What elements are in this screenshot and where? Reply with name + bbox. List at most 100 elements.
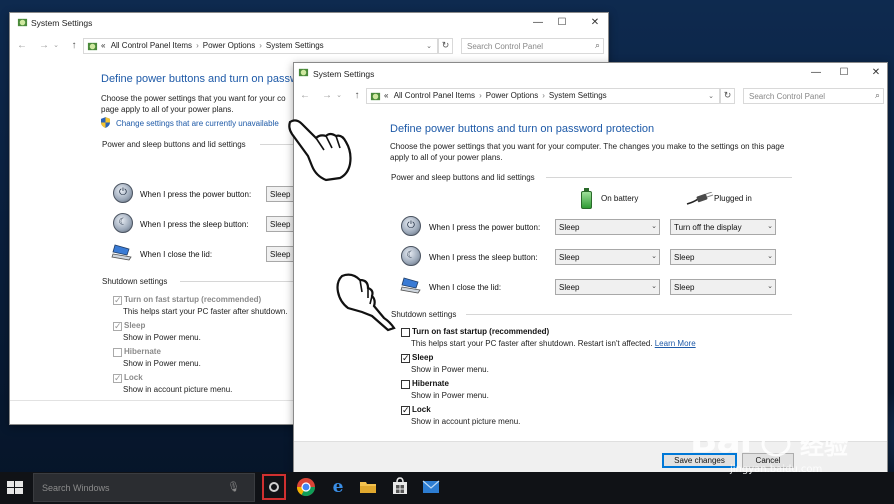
row-label: When I press the power button: — [140, 190, 252, 199]
control-panel-icon — [17, 18, 28, 27]
section-divider — [546, 177, 792, 178]
address-bar[interactable]: « All Control Panel Items › Power Options ›… — [366, 88, 720, 104]
baidu-paw-icon — [760, 413, 795, 457]
recent-chevron-icon[interactable]: ⌄ — [333, 89, 345, 103]
close-button[interactable]: ✕ — [581, 13, 608, 33]
breadcrumb-item[interactable]: System Settings — [266, 41, 324, 50]
chrome-icon[interactable] — [296, 477, 316, 497]
power-button-plugged-select[interactable]: Turn off the display ⌄ — [670, 219, 776, 235]
breadcrumb-item[interactable]: Power Options — [486, 91, 538, 100]
hibernate-desc: Show in Power menu. — [411, 391, 489, 400]
power-button-battery-select[interactable]: Sleep ⌄ — [555, 219, 660, 235]
address-bar[interactable]: « All Control Panel Items › Power Options ›… — [83, 38, 438, 54]
up-arrow-icon[interactable]: ↑ — [68, 39, 80, 53]
chevron-down-icon: ⌄ — [767, 253, 773, 260]
sleep-label: Sleep — [412, 353, 434, 362]
lid-plugged-select[interactable]: Sleep ⌄ — [670, 279, 776, 295]
row-label: When I close the lid: — [140, 250, 213, 259]
address-dropdown-icon[interactable]: ⌄ — [706, 91, 716, 102]
chevron-down-icon: ⌄ — [651, 223, 657, 230]
sleep-button-battery-select[interactable]: Sleep ⌄ — [555, 249, 660, 265]
up-arrow-icon[interactable]: ↑ — [351, 89, 363, 103]
battery-icon — [581, 188, 592, 209]
taskbar-search-input[interactable]: Search Windows 🎙 — [33, 473, 255, 502]
lock-label: Lock — [124, 373, 143, 382]
title-bar[interactable]: System Settings — ☐ ✕ — [10, 13, 608, 33]
title-bar[interactable]: System Settings — ☐ ✕ — [294, 63, 887, 83]
edge-icon[interactable]: e — [328, 477, 348, 497]
search-input[interactable]: Search Control Panel ⌕ — [743, 88, 884, 104]
watermark-brand: Bai — [690, 420, 752, 461]
learn-more-link[interactable]: Learn More — [655, 339, 696, 348]
breadcrumb: « All Control Panel Items › Power Options ›… — [384, 91, 607, 100]
hibernate-label: Hibernate — [124, 347, 161, 356]
lock-checkbox[interactable] — [113, 373, 122, 384]
close-button[interactable]: ✕ — [862, 63, 887, 83]
power-icon: ⏻ — [113, 183, 133, 203]
breadcrumb-item[interactable]: Power Options — [203, 41, 255, 50]
row-label: When I press the power button: — [429, 223, 541, 232]
shield-icon — [101, 117, 110, 128]
back-arrow-icon[interactable]: ← — [299, 89, 311, 103]
pointing-hand-icon — [336, 273, 396, 332]
sleep-button-plugged-select[interactable]: Sleep ⌄ — [670, 249, 776, 265]
chevron-down-icon: ⌄ — [651, 253, 657, 260]
refresh-icon[interactable]: ↻ — [438, 38, 453, 54]
hibernate-checkbox[interactable] — [113, 348, 122, 357]
maximize-button[interactable]: ☐ — [830, 63, 858, 83]
maximize-button[interactable]: ☐ — [548, 13, 576, 33]
baidu-watermark: Bai 经验 jingyan.baidu.com — [690, 408, 890, 478]
windows-start-icon[interactable] — [4, 478, 26, 498]
recent-chevron-icon[interactable]: ⌄ — [50, 39, 62, 53]
minimize-button[interactable]: — — [802, 63, 830, 83]
forward-arrow-icon[interactable]: → — [321, 89, 333, 103]
sleep-moon-icon: ☾ — [113, 213, 133, 233]
lock-label: Lock — [412, 405, 431, 414]
change-settings-link[interactable]: Change settings that are currently unava… — [116, 119, 279, 128]
lock-desc: Show in account picture menu. — [123, 385, 233, 394]
sleep-checkbox[interactable] — [401, 353, 410, 364]
hibernate-label: Hibernate — [412, 379, 449, 388]
forward-arrow-icon[interactable]: → — [38, 39, 50, 53]
lock-checkbox[interactable] — [401, 405, 410, 416]
laptop-lid-icon — [111, 244, 132, 261]
mail-app-icon[interactable] — [421, 477, 441, 497]
breadcrumb-item[interactable]: All Control Panel Items — [111, 41, 192, 50]
row-label: When I press the sleep button: — [429, 253, 538, 262]
section-divider — [180, 281, 300, 282]
file-explorer-icon[interactable] — [358, 477, 378, 497]
microphone-icon[interactable]: 🎙 — [227, 482, 240, 493]
window-title: System Settings — [313, 69, 375, 79]
fast-startup-label: Turn on fast startup (recommended) — [412, 327, 550, 336]
watermark-brand-cn: 经验 — [800, 432, 848, 460]
control-panel-icon — [298, 68, 309, 77]
page-heading: Define power buttons and turn on passwor… — [390, 123, 655, 135]
navigation-bar: ← → ⌄ ↑ « All Control Panel Items › Power … — [10, 36, 608, 56]
refresh-icon[interactable]: ↻ — [720, 88, 735, 104]
lock-desc: Show in account picture menu. — [411, 417, 521, 426]
breadcrumb-item[interactable]: All Control Panel Items — [394, 91, 475, 100]
section-power-label: Power and sleep buttons and lid settings — [391, 173, 535, 182]
task-view-button[interactable] — [262, 474, 286, 500]
search-input[interactable]: Search Control Panel ⌕ — [461, 38, 604, 54]
section-power-label: Power and sleep buttons and lid settings — [102, 140, 246, 149]
lid-battery-select[interactable]: Sleep ⌄ — [555, 279, 660, 295]
back-arrow-icon[interactable]: ← — [16, 39, 28, 53]
section-divider — [466, 314, 792, 315]
column-plugged-in: Plugged in — [714, 194, 752, 203]
fast-startup-checkbox[interactable] — [113, 295, 122, 306]
sleep-checkbox[interactable] — [113, 321, 122, 332]
fast-startup-checkbox[interactable] — [401, 328, 410, 337]
sleep-desc: Show in Power menu. — [411, 365, 489, 374]
hibernate-checkbox[interactable] — [401, 380, 410, 389]
column-on-battery: On battery — [601, 194, 639, 203]
address-dropdown-icon[interactable]: ⌄ — [424, 41, 434, 52]
section-shutdown-label: Shutdown settings — [102, 277, 168, 286]
task-view-icon — [269, 482, 279, 492]
store-icon[interactable] — [390, 477, 410, 497]
breadcrumb-item[interactable]: System Settings — [549, 91, 607, 100]
row-label: When I press the sleep button: — [140, 220, 249, 229]
page-description-line1: Choose the power settings that you want … — [101, 94, 286, 103]
chevron-down-icon: ⌄ — [767, 283, 773, 290]
fast-startup-label: Turn on fast startup (recommended) — [124, 295, 262, 304]
